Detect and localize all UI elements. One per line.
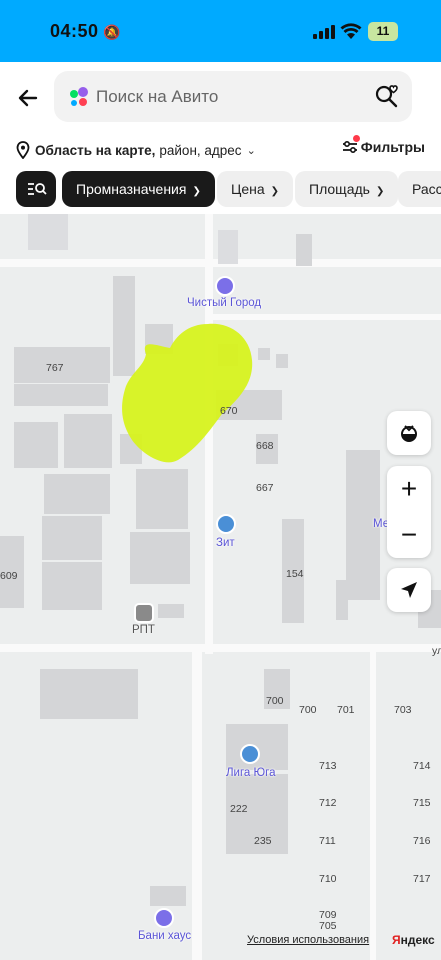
chip-price[interactable]: Цена ❯: [217, 171, 294, 207]
house-number: 701: [337, 704, 355, 716]
poi-label[interactable]: Чистый Город: [187, 297, 261, 309]
terms-link[interactable]: Условия использования: [247, 934, 369, 946]
building: [14, 384, 108, 406]
chip-label: Расс: [412, 181, 441, 197]
building: [296, 234, 312, 266]
chip-distance[interactable]: Расс: [398, 171, 441, 207]
yandex-logo[interactable]: Яндекс: [392, 933, 435, 947]
house-number: 154: [286, 568, 304, 580]
chevron-down-icon: ❯: [375, 186, 385, 197]
map-pin-icon[interactable]: [154, 908, 174, 928]
road: [192, 652, 202, 960]
avito-logo-icon: [70, 87, 88, 106]
zoom-in-button[interactable]: +: [387, 466, 431, 512]
house-number: 713: [319, 760, 337, 772]
battery-indicator: 11: [368, 22, 398, 41]
search-placeholder: Поиск на Авито: [96, 87, 219, 106]
house-number: 235: [254, 835, 272, 847]
house-number: 668: [256, 440, 274, 452]
house-number: 705: [319, 920, 337, 932]
selected-area-highlight: [122, 323, 253, 463]
car-icon[interactable]: [216, 514, 236, 534]
map-view[interactable]: 767 670 668 667 154 609 700 700 701 703 …: [0, 214, 441, 960]
poi-label[interactable]: Лига Юга: [226, 767, 275, 779]
chip-area[interactable]: Площадь ❯: [295, 171, 399, 207]
filters-active-dot: [352, 135, 360, 142]
street-label: ул: [432, 645, 441, 657]
house-number: 700: [266, 695, 284, 707]
building: [28, 214, 68, 250]
road: [370, 652, 376, 960]
house-number: 710: [319, 873, 337, 885]
house-number: 667: [256, 482, 274, 494]
house-number: 714: [413, 760, 431, 772]
layers-button[interactable]: [387, 411, 431, 455]
search-input[interactable]: Поиск на Авито: [54, 71, 412, 122]
poi-label[interactable]: Бани хаус: [138, 930, 191, 942]
zoom-control: + −: [387, 466, 431, 558]
wifi-icon: [340, 23, 362, 39]
signal-icon: [313, 25, 335, 39]
house-number: 717: [413, 873, 431, 885]
zoom-out-button[interactable]: −: [387, 512, 431, 558]
chip-label: Площадь: [309, 181, 370, 197]
search-header: Поиск на Авито Область на карте, район, …: [0, 62, 441, 214]
chip-promnaznacheniya[interactable]: Промназначения ❯: [62, 171, 215, 207]
house-number: 711: [319, 835, 336, 847]
chip-label: Цена: [231, 181, 265, 197]
layers-icon: [401, 425, 417, 442]
building: [258, 348, 270, 360]
saved-search-icon[interactable]: [374, 83, 400, 109]
filters-icon: [342, 135, 360, 154]
my-location-button[interactable]: [387, 568, 431, 612]
poi-label[interactable]: РПТ: [132, 624, 155, 636]
building: [40, 669, 138, 719]
building: [218, 230, 238, 264]
location-rest-text: район, адрес: [159, 142, 242, 158]
house-number: 700: [299, 704, 317, 716]
back-arrow-icon[interactable]: [14, 84, 42, 112]
house-number: 609: [0, 570, 18, 582]
chevron-down-icon: ⌄: [246, 144, 256, 157]
building: [150, 886, 186, 906]
building: [42, 516, 102, 560]
yandex-logo-first-letter: Я: [392, 933, 401, 947]
building-icon[interactable]: [134, 603, 154, 623]
filters-button[interactable]: Фильтры: [342, 135, 425, 155]
list-view-button[interactable]: [16, 171, 56, 207]
chip-label: Промназначения: [76, 181, 187, 197]
list-search-icon: [28, 183, 47, 195]
location-bold-text: Область на карте,: [35, 142, 156, 158]
building: [130, 532, 190, 584]
shopping-bag-icon[interactable]: [240, 744, 260, 764]
poi-label[interactable]: Зит: [216, 537, 235, 549]
house-number: 703: [394, 704, 412, 716]
building: [136, 469, 188, 529]
status-time: 04:50: [50, 21, 99, 41]
road: [0, 644, 441, 652]
location-selector[interactable]: Область на карте, район, адрес ⌄: [16, 140, 256, 160]
status-bar: 04:50 🔕 11: [0, 0, 441, 62]
house-number: 670: [220, 405, 238, 417]
navigation-arrow-icon: [401, 582, 417, 598]
building: [44, 474, 110, 514]
chevron-down-icon: ❯: [192, 186, 201, 197]
building: [14, 422, 58, 468]
building: [64, 414, 112, 468]
bell-muted-icon: 🔕: [103, 24, 121, 40]
chevron-down-icon: ❯: [270, 186, 280, 197]
building: [42, 562, 102, 610]
map-pin-icon[interactable]: [215, 276, 235, 296]
building: [158, 604, 184, 618]
filters-label: Фильтры: [360, 139, 425, 155]
filter-chips: Промназначения ❯ Цена ❯ Площадь ❯ Расс: [16, 171, 441, 207]
location-pin-icon: [16, 141, 30, 159]
yandex-logo-rest: ндекс: [400, 933, 435, 947]
house-number: 712: [319, 797, 337, 809]
house-number: 716: [413, 835, 431, 847]
house-number: 222: [230, 803, 248, 815]
building: [276, 354, 288, 368]
house-number: 767: [46, 362, 64, 374]
house-number: 715: [413, 797, 431, 809]
